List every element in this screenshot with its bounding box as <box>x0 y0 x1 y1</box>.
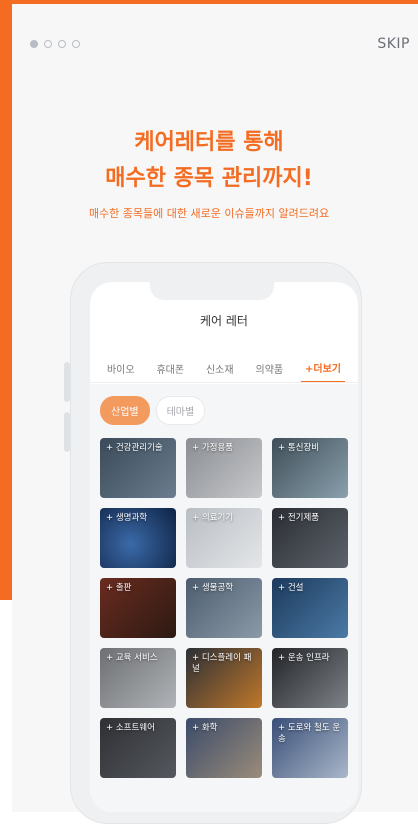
tile-health-tech[interactable]: + 건강관리기술 <box>100 438 176 498</box>
page-dot-4[interactable] <box>72 40 80 48</box>
headline-line-2: 매수한 종목 관리까지! <box>105 166 313 191</box>
page-dot-3[interactable] <box>58 40 66 48</box>
tile-publishing[interactable]: + 출판 <box>100 578 176 638</box>
phone-volume-down <box>64 412 70 452</box>
tile-household[interactable]: + 가정용품 <box>186 438 262 498</box>
onboarding-screen: SKIP 케어레터를 통해 매수한 종목 관리까지! 매수한 종목들에 대한 새… <box>0 0 418 824</box>
tab-more[interactable]: +더보기 <box>301 354 345 383</box>
tile-biotech[interactable]: + 생물공학 <box>186 578 262 638</box>
filter-chips: 산업별 테마별 <box>100 396 206 425</box>
category-content: 산업별 테마별 + 건강관리기술 + 가정용품 + 통신장비 + 생명과학 + … <box>90 384 358 812</box>
accent-bar-left <box>0 0 12 600</box>
tile-road-rail[interactable]: + 도로와 철도 운송 <box>272 718 348 778</box>
headline-subtitle: 매수한 종목들에 대한 새로운 이슈들까지 알려드려요 <box>88 207 330 220</box>
tile-label: + 통신장비 <box>278 443 320 453</box>
page-indicator <box>30 40 80 48</box>
tile-education[interactable]: + 교육 서비스 <box>100 648 176 708</box>
chip-by-industry[interactable]: 산업별 <box>100 396 150 425</box>
tile-telecom[interactable]: + 통신장비 <box>272 438 348 498</box>
tile-label: + 소프트웨어 <box>106 723 155 733</box>
tile-display-panel[interactable]: + 디스플레이 패널 <box>186 648 262 708</box>
page-dot-2[interactable] <box>44 40 52 48</box>
tile-transport-infra[interactable]: + 운송 인프라 <box>272 648 348 708</box>
tab-pharma[interactable]: 의약품 <box>252 355 288 382</box>
tile-software[interactable]: + 소프트웨어 <box>100 718 176 778</box>
tile-label: + 운송 인프라 <box>278 653 330 663</box>
tile-label: + 출판 <box>106 583 132 593</box>
tile-label: + 건설 <box>278 583 304 593</box>
tile-medical-device[interactable]: + 의료기기 <box>186 508 262 568</box>
category-grid: + 건강관리기술 + 가정용품 + 통신장비 + 생명과학 + 의료기기 + 전… <box>100 438 348 778</box>
tile-electrical[interactable]: + 전기제품 <box>272 508 348 568</box>
tab-new-materials[interactable]: 신소재 <box>202 355 238 382</box>
chip-by-theme[interactable]: 테마별 <box>155 396 206 425</box>
tile-label: + 의료기기 <box>192 513 234 523</box>
phone-volume-up <box>64 362 70 402</box>
tile-label: + 건강관리기술 <box>106 443 163 453</box>
tile-chemistry[interactable]: + 화학 <box>186 718 262 778</box>
headline-line-1: 케어레터를 통해 <box>134 130 284 155</box>
tab-mobile[interactable]: 휴대폰 <box>152 355 188 382</box>
tab-divider <box>90 382 358 383</box>
tile-label: + 전기제품 <box>278 513 320 523</box>
tab-bio[interactable]: 바이오 <box>103 355 139 382</box>
category-tabs: 바이오 휴대폰 신소재 의약품 +더보기 <box>90 354 358 383</box>
tile-label: + 도로와 철도 운송 <box>278 723 341 744</box>
page-dot-1[interactable] <box>30 40 38 48</box>
phone-screen: 케어 레터 바이오 휴대폰 신소재 의약품 +더보기 산업별 테마별 + 건강관… <box>90 282 358 812</box>
tile-label: + 생물공학 <box>192 583 234 593</box>
tile-life-science[interactable]: + 생명과학 <box>100 508 176 568</box>
tile-label: + 생명과학 <box>106 513 148 523</box>
tile-construction[interactable]: + 건설 <box>272 578 348 638</box>
skip-button[interactable]: SKIP <box>377 36 410 52</box>
tile-label: + 화학 <box>192 723 218 733</box>
tile-label: + 교육 서비스 <box>106 653 158 663</box>
phone-notch <box>150 270 274 300</box>
app-title: 케어 레터 <box>200 314 248 328</box>
tile-label: + 가정용품 <box>192 443 234 453</box>
tile-label: + 디스플레이 패널 <box>192 653 252 674</box>
